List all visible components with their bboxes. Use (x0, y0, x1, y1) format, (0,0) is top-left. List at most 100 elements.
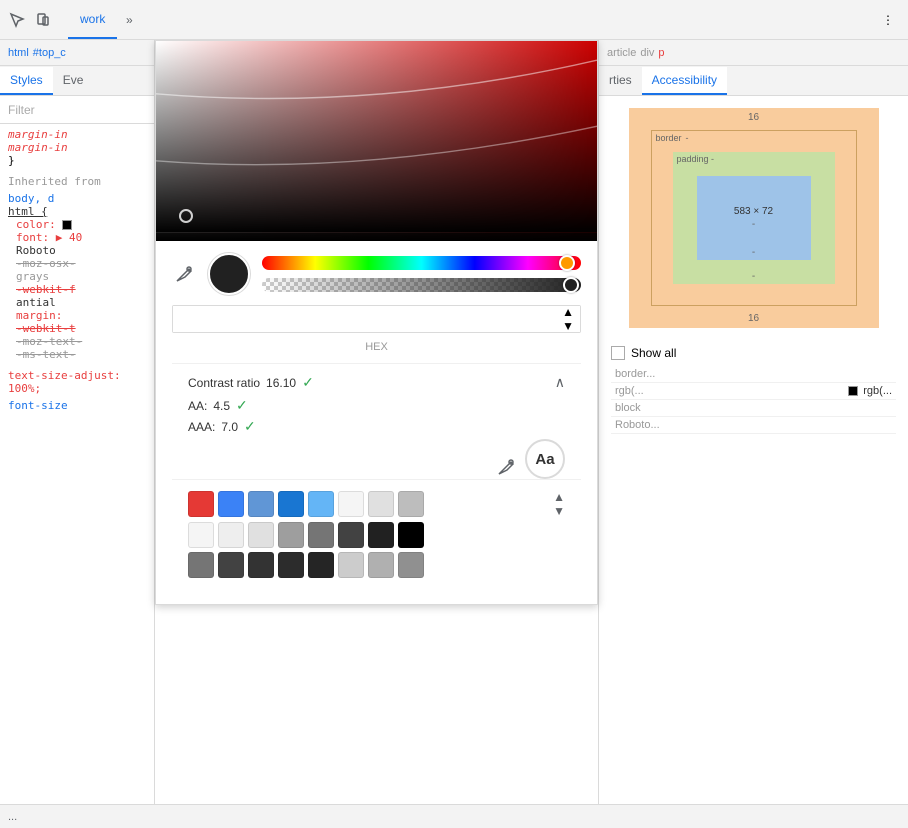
margin-top-value: 16 (748, 112, 759, 123)
swatch-dark1[interactable] (338, 522, 364, 548)
swatch-g4[interactable] (278, 552, 304, 578)
swatch-g6[interactable] (338, 552, 364, 578)
color-picker: #212121 ▲ ▼ HEX Contrast ratio 16.10 (155, 40, 598, 605)
top-toolbar: work » ⋮ (0, 0, 908, 40)
tab-elements[interactable]: work (68, 0, 117, 39)
swatches-row-2 (188, 522, 565, 548)
show-all-row: Show all (611, 340, 896, 366)
hex-input[interactable]: #212121 (173, 306, 580, 332)
breadcrumb-id[interactable]: #top_c (33, 47, 66, 59)
right-tab-properties[interactable]: rties (599, 67, 642, 95)
tab-event-listeners[interactable]: Eve (53, 67, 94, 95)
webkit-t-prop: -webkit-t (8, 322, 146, 335)
prop-border-value (782, 366, 896, 383)
more-options-button[interactable]: ⋮ (876, 8, 900, 32)
main-content: html #top_c Styles Eve margin-in (0, 40, 908, 804)
swatches-row-3 (188, 552, 565, 578)
right-tab-accessibility[interactable]: Accessibility (642, 67, 727, 95)
moz-prop: -moz-osx- (8, 257, 146, 270)
rgb-color-dot (848, 386, 858, 396)
swatch-gray3[interactable] (248, 522, 274, 548)
right-panel: article div p rties Accessibility (598, 40, 908, 804)
font-prop: font: ▶ 40 (8, 231, 146, 244)
contrast-actions: Aa (188, 439, 565, 479)
picker-row1 (172, 253, 581, 295)
body-selector: body, d (8, 192, 146, 205)
filter-input[interactable] (8, 103, 146, 117)
bc-div[interactable]: div (640, 47, 654, 59)
color-gradient-area[interactable] (156, 41, 597, 241)
moz-text-prop: -moz-text- (8, 335, 146, 348)
alpha-slider[interactable] (262, 278, 581, 292)
swatch-gray1[interactable] (368, 491, 394, 517)
swatch-white2[interactable] (188, 522, 214, 548)
swatch-g8[interactable] (398, 552, 424, 578)
padding-label: padding - (677, 154, 715, 164)
ms-text-prop: -ms-text- (8, 348, 146, 361)
hex-arrows[interactable]: ▲ ▼ (562, 305, 574, 333)
aa-preview-button[interactable]: Aa (525, 439, 565, 479)
swatch-g3[interactable] (248, 552, 274, 578)
hex-input-row: #212121 ▲ ▼ (172, 305, 581, 333)
swatch-blue3[interactable] (278, 491, 304, 517)
collapse-button[interactable]: ∧ (555, 374, 565, 391)
swatch-gray2[interactable] (398, 491, 424, 517)
content-dash1: - (752, 219, 755, 230)
prop-roboto-value (782, 417, 896, 434)
contrast-title: Contrast ratio 16.10 ✓ (188, 374, 314, 391)
filter-bar (0, 96, 154, 124)
swatch-black[interactable] (398, 522, 424, 548)
prop-block-value (782, 400, 896, 417)
accessibility-panel: 16 16 border - padding - (599, 96, 908, 804)
font-size-comment: font-size (8, 399, 146, 412)
swatch-g7[interactable] (368, 552, 394, 578)
bc-article[interactable]: article (607, 47, 636, 59)
breadcrumb-html[interactable]: html (8, 47, 29, 59)
right-panel-tabs: rties Accessibility (599, 66, 908, 96)
prop-roboto-name: Roboto... (611, 417, 782, 434)
content-size: 583 × 72 (734, 206, 773, 217)
tab-styles[interactable]: Styles (0, 67, 53, 95)
swatches-row-1: ▲ ▼ (188, 490, 565, 518)
hue-slider[interactable] (262, 256, 581, 270)
swatch-red[interactable] (188, 491, 214, 517)
aaa-row: AAA: 7.0 ✓ (188, 418, 565, 435)
swatch-g2[interactable] (218, 552, 244, 578)
bc-p[interactable]: p (658, 47, 664, 59)
content-dash2: - (752, 247, 755, 258)
contrast-eyedropper-button[interactable] (497, 458, 515, 479)
swatch-g5[interactable] (308, 552, 334, 578)
swatch-blue1[interactable] (218, 491, 244, 517)
swatch-gray4[interactable] (278, 522, 304, 548)
style-prop-1: margin-in (8, 128, 146, 141)
swatch-g1[interactable] (188, 552, 214, 578)
eyedropper-button[interactable] (172, 262, 196, 286)
hue-thumb (559, 255, 575, 271)
swatch-dark2[interactable] (368, 522, 394, 548)
swatch-white3[interactable] (218, 522, 244, 548)
box-model: 16 16 border - padding - (629, 108, 879, 328)
device-toolbar-icon[interactable] (34, 11, 52, 29)
prop-border-name: border... (611, 366, 782, 383)
swatch-white1[interactable] (338, 491, 364, 517)
picker-controls: #212121 ▲ ▼ HEX Contrast ratio 16.10 (156, 241, 597, 604)
inspect-icon[interactable] (8, 11, 26, 29)
prop-rgb-name: rgb(... (611, 383, 782, 400)
alpha-thumb (563, 277, 579, 293)
swatch-blue2[interactable] (248, 491, 274, 517)
hex-label: HEX (172, 341, 581, 353)
prop-block-name: block (611, 400, 782, 417)
sliders-area (262, 256, 581, 292)
devtools-shell: work » ⋮ html #top_c Styles (0, 0, 908, 828)
color-prop: color: (8, 218, 146, 231)
show-all-checkbox[interactable] (611, 346, 625, 360)
inherited-header: Inherited from (8, 175, 146, 188)
swatch-blue4[interactable] (308, 491, 334, 517)
swatches-scroll-buttons[interactable]: ▲ ▼ (553, 490, 565, 518)
html-selector: html { (8, 205, 146, 218)
tab-more-icon[interactable]: » (117, 8, 141, 32)
gradient-crosshair[interactable] (179, 209, 193, 223)
swatch-gray5[interactable] (308, 522, 334, 548)
contrast-section: Contrast ratio 16.10 ✓ ∧ AA: 4.5 ✓ (172, 363, 581, 479)
content-dash3: - (752, 271, 755, 282)
